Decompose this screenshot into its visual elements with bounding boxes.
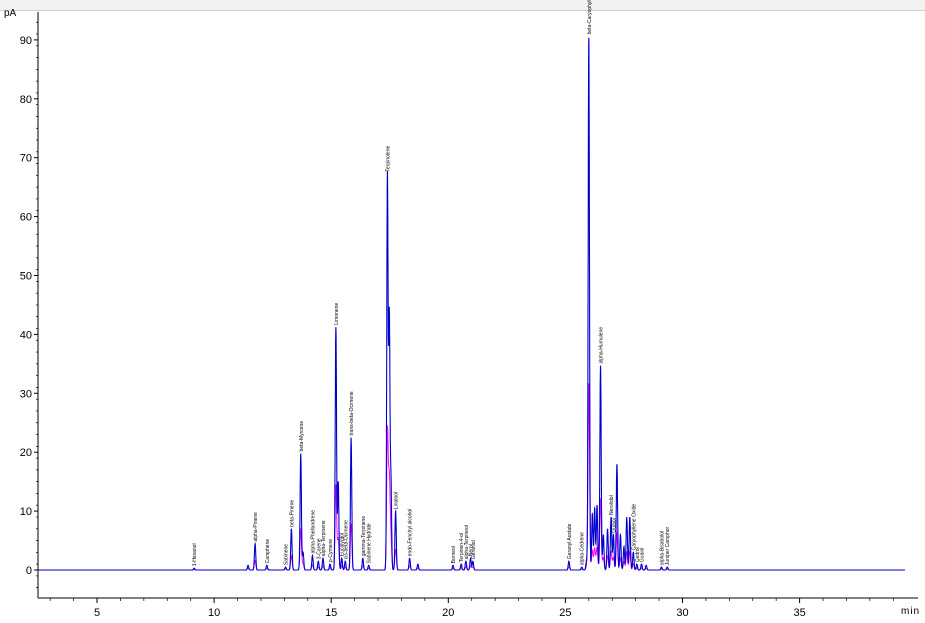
peak-label: alpha-Cedrene bbox=[580, 532, 586, 565]
peak-label: alpha-Pinene bbox=[253, 512, 259, 542]
x-tick-label: 10 bbox=[208, 607, 220, 619]
x-tick-label: 5 bbox=[94, 607, 100, 619]
peak-label: beta-Caryophyllene bbox=[587, 0, 593, 34]
x-tick-label: 25 bbox=[559, 607, 571, 619]
x-tick-label: 30 bbox=[676, 607, 688, 619]
peak-label: Geranyl Acetate bbox=[567, 523, 573, 559]
peak-label: Sabinene bbox=[283, 544, 289, 565]
y-tick-label: 70 bbox=[20, 153, 32, 165]
peak-label: Guaiol bbox=[640, 548, 646, 562]
y-tick-label: 40 bbox=[20, 329, 32, 341]
x-tick-label: 35 bbox=[793, 607, 805, 619]
x-tick-label: 15 bbox=[325, 607, 337, 619]
peak-label: alpha-Terpinene bbox=[321, 520, 327, 556]
peak-label: Caryophyllene Oxide bbox=[631, 504, 637, 551]
peak-label: Geraniol bbox=[471, 540, 477, 559]
peak-label: Sabinene Hydrate bbox=[367, 523, 373, 563]
y-tick-label: 10 bbox=[20, 506, 32, 518]
trace-layer bbox=[38, 37, 905, 571]
y-tick-label: 30 bbox=[20, 388, 32, 400]
peak-label: 1-Hexanol bbox=[192, 543, 198, 566]
y-tick-label: 20 bbox=[20, 447, 32, 459]
chromatogram-plot: 1-Hexanol alpha-Pinene Camphene Sabinene bet… bbox=[20, 0, 918, 619]
peak-label: Camphene bbox=[265, 539, 271, 564]
y-tick-label: 90 bbox=[20, 35, 32, 47]
y-tick-label: 80 bbox=[20, 94, 32, 106]
peak-label: endo-Fenchyl alcohol bbox=[408, 509, 414, 557]
x-tick-label: 20 bbox=[442, 607, 454, 619]
peak-label: cis-beta-Ocimene bbox=[343, 520, 349, 559]
peak-label: trans-beta-Ocimene bbox=[349, 391, 355, 435]
y-tick-label: 60 bbox=[20, 212, 32, 224]
peak-label: beta-Pinene bbox=[289, 500, 295, 527]
peak-label: Juniper Camphor bbox=[665, 526, 671, 565]
peak-label: Terpinolene bbox=[385, 146, 391, 172]
peak-label: beta-Myrcene bbox=[299, 421, 305, 452]
peak-label: alpha-Humulene bbox=[599, 327, 605, 364]
blue-trace bbox=[38, 37, 905, 571]
peak-label: Nerolidol bbox=[609, 495, 615, 515]
peak-label: Borneol bbox=[451, 546, 457, 563]
peak-label: p-Cymene bbox=[328, 539, 334, 562]
y-tick-label: 50 bbox=[20, 271, 32, 283]
y-tick-label: 0 bbox=[26, 565, 32, 577]
peak-label: Guaiol bbox=[611, 518, 617, 532]
peak-label: Limonene bbox=[334, 303, 340, 325]
peak-label: Linalool bbox=[394, 492, 400, 509]
